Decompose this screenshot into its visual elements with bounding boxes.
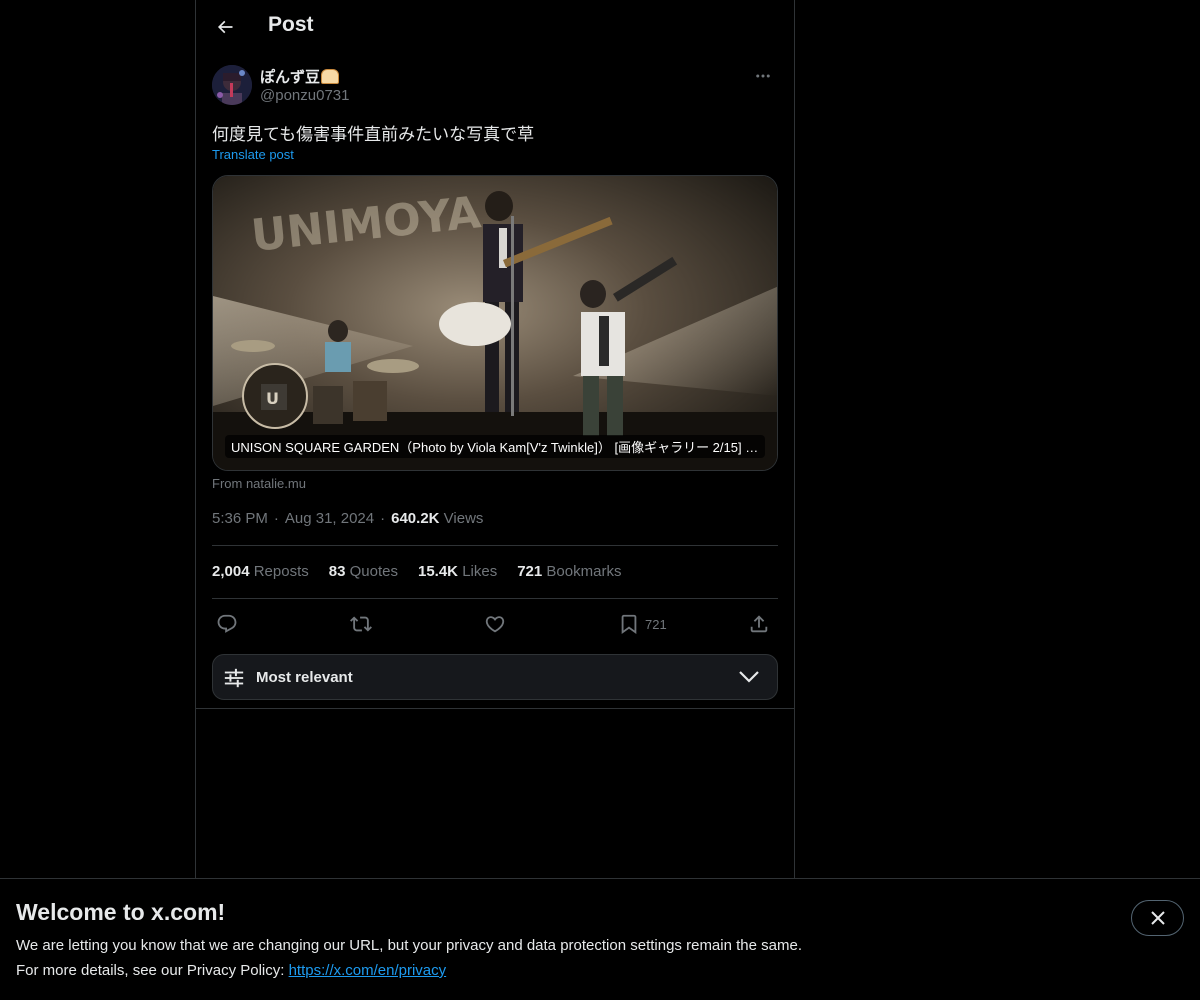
banner-title: Welcome to x.com! (16, 899, 226, 925)
quotes-label: Quotes (349, 563, 398, 580)
close-banner-button[interactable] (1131, 900, 1184, 936)
likes-stat[interactable]: 15.4K Likes (418, 563, 497, 580)
bookmarks-label: Bookmarks (546, 563, 622, 580)
post-stats: 2,004 Reposts 83 Quotes 15.4K Likes 721 … (212, 563, 621, 580)
banner-policy-prefix: For more details, see our Privacy Policy… (16, 962, 289, 979)
banner-policy-line: For more details, see our Privacy Policy… (16, 962, 446, 979)
post-text: 何度見ても傷害事件直前みたいな写真で草 (212, 125, 535, 145)
share-button[interactable] (748, 607, 770, 641)
separator-dot: · (380, 510, 386, 527)
reply-button[interactable] (216, 607, 238, 641)
post-author: ぽんず豆 @ponzu0731 (212, 64, 778, 108)
likes-label: Likes (462, 563, 498, 580)
arrow-left-icon (217, 20, 233, 34)
concert-photo: UNIMOYA U (213, 176, 777, 470)
author-handle[interactable]: @ponzu0731 (260, 87, 349, 104)
link-card[interactable]: UNIMOYA U UNISON SQUARE GARDEN（Photo by … (212, 175, 778, 471)
post-date[interactable]: Aug 31, 2024 (285, 510, 374, 527)
repost-icon (350, 616, 372, 632)
likes-count: 15.4K (417, 563, 459, 580)
card-caption: UNISON SQUARE GARDEN（Photo by Viola Kam[… (225, 435, 765, 458)
primary-column: Post ぽんず豆 @ponzu0731 何度見ても傷害事件直前みたいな写真で草 (195, 0, 795, 878)
share-icon (750, 615, 768, 633)
reposts-label: Reposts (253, 563, 309, 580)
views-count: 640.2K (391, 510, 440, 527)
back-button[interactable] (208, 10, 242, 44)
post-metadata: 5:36 PM · Aug 31, 2024 · 640.2K Views (212, 510, 483, 527)
avatar[interactable] (212, 65, 252, 105)
svg-text:U: U (266, 389, 279, 408)
more-horizontal-icon (756, 74, 770, 78)
page-title: Post (268, 13, 314, 36)
more-options-button[interactable] (748, 64, 778, 88)
card-source-link[interactable]: From natalie.mu (212, 476, 306, 491)
post-header: Post (196, 0, 794, 54)
sort-label: Most relevant (256, 669, 353, 686)
sliders-icon (224, 668, 244, 688)
bookmarks-stat[interactable]: 721 Bookmarks (517, 563, 621, 580)
chevron-down-icon (739, 671, 759, 683)
bookmark-icon (621, 614, 637, 635)
bookmarks-count: 721 (517, 563, 543, 580)
post-actions: 721 (212, 607, 778, 641)
post-time[interactable]: 5:36 PM (212, 510, 268, 527)
translate-post-link[interactable]: Translate post (212, 147, 294, 162)
repost-button[interactable] (350, 607, 372, 641)
divider (212, 598, 778, 599)
separator-dot: · (273, 510, 279, 527)
quotes-stat[interactable]: 83 Quotes (329, 563, 398, 580)
like-button[interactable] (484, 607, 506, 641)
bookmark-action-count: 721 (645, 616, 667, 632)
quotes-count: 83 (328, 563, 346, 580)
bookmark-button[interactable]: 721 (618, 607, 667, 641)
divider (212, 545, 778, 546)
heart-icon (485, 616, 505, 633)
views-label: Views (443, 510, 484, 527)
divider (196, 708, 794, 709)
privacy-policy-link[interactable]: https://x.com/en/privacy (289, 962, 447, 979)
banner-message: We are letting you know that we are chan… (16, 937, 802, 954)
welcome-banner: Welcome to x.com! We are letting you kno… (0, 878, 1200, 1000)
reposts-count: 2,004 (212, 563, 250, 580)
close-icon (1150, 911, 1165, 925)
avatar-image (212, 65, 252, 105)
author-display-name[interactable]: ぽんず豆 (260, 66, 340, 87)
reply-icon (217, 614, 237, 633)
bread-emoji-icon (321, 69, 340, 84)
display-name-text: ぽんず豆 (260, 69, 321, 86)
reposts-stat[interactable]: 2,004 Reposts (212, 563, 309, 580)
replies-sort-dropdown[interactable]: Most relevant (212, 654, 778, 700)
